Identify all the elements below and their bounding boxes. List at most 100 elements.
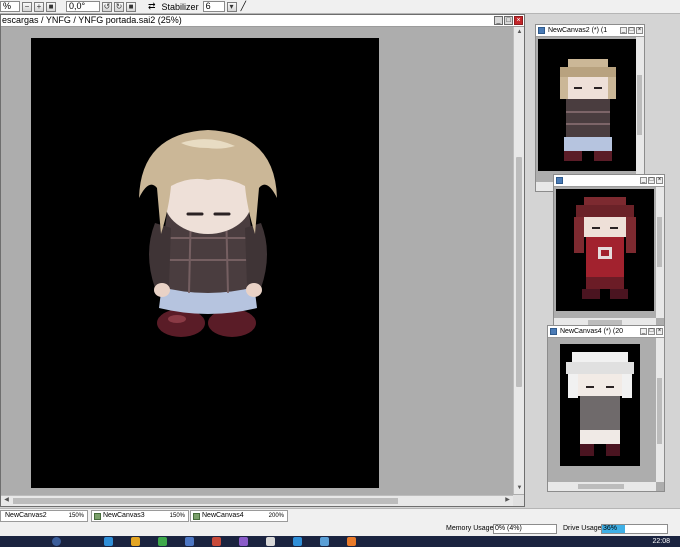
scroll-thumb[interactable] <box>657 217 662 267</box>
right-arm <box>245 223 267 288</box>
canvas-thumbnail-icon <box>94 513 101 520</box>
stabilizer-field[interactable]: 6 <box>202 1 225 12</box>
zoom-reset-button[interactable]: ■ <box>46 1 56 12</box>
left-arm <box>149 223 171 288</box>
mini-window-titlebar[interactable]: NewCanvas4 (*) (20 _ □ × <box>548 326 664 338</box>
top-toolbar: % − + ■ 0,0° ↺ ↻ ■ ⇄ Stabilizer 6 ▾ ╱ <box>0 0 680 14</box>
tab-newcanvas2[interactable]: NewCanvas2 150% <box>0 510 88 522</box>
app-icon[interactable] <box>158 537 167 546</box>
rotate-cw-button[interactable]: ↻ <box>114 1 124 12</box>
boot-highlight <box>168 315 186 323</box>
mini-horizontal-scrollbar[interactable] <box>548 482 656 491</box>
tab-label: NewCanvas3 <box>103 512 145 519</box>
mini-vertical-scrollbar[interactable] <box>656 187 664 318</box>
pixel-blonde-sprite <box>560 59 616 161</box>
canvas-window-newcanvas4: NewCanvas4 (*) (20 _ □ × <box>547 325 665 492</box>
main-window-title: escargas / YNFG / YNFG portada.sai2 (25%… <box>2 15 182 25</box>
zoom-field[interactable]: % <box>0 1 20 12</box>
canvas-viewport[interactable] <box>1 27 513 494</box>
mini-artboard[interactable] <box>538 39 636 171</box>
close-button[interactable]: × <box>636 27 643 34</box>
tab-zoom: 150% <box>169 513 185 519</box>
flip-icon[interactable]: ⇄ <box>146 1 158 12</box>
stabilizer-label: Stabilizer <box>161 1 199 12</box>
mini-window-controls: _ □ × <box>640 328 663 335</box>
drive-usage-value: 36% <box>603 525 618 532</box>
mini-window-titlebar[interactable]: NewCanvas2 (*) (1 _ □ × <box>536 25 644 37</box>
scroll-right-icon[interactable]: ▶ <box>503 496 512 505</box>
main-canvas-window: escargas / YNFG / YNFG portada.sai2 (25%… <box>0 14 525 507</box>
close-button[interactable]: × <box>656 177 663 184</box>
scroll-left-icon[interactable]: ◀ <box>2 496 11 505</box>
minimize-button[interactable]: _ <box>620 27 627 34</box>
close-button[interactable]: × <box>656 328 663 335</box>
minimize-button[interactable]: _ <box>640 177 647 184</box>
mini-window-title: NewCanvas4 (*) (20 <box>560 328 624 335</box>
maximize-button[interactable]: □ <box>648 328 655 335</box>
close-button[interactable]: × <box>514 16 523 25</box>
mini-vertical-scrollbar[interactable] <box>656 338 664 482</box>
artboard[interactable] <box>31 38 379 488</box>
app-icon[interactable] <box>212 537 221 546</box>
main-window-titlebar[interactable]: escargas / YNFG / YNFG portada.sai2 (25%… <box>1 15 524 27</box>
mini-canvas-viewport[interactable] <box>554 187 656 318</box>
minimize-button[interactable]: _ <box>640 328 647 335</box>
mini-artboard[interactable] <box>556 189 654 311</box>
scroll-thumb[interactable] <box>637 75 642 135</box>
tab-label: NewCanvas4 <box>202 512 244 519</box>
scroll-thumb[interactable] <box>657 378 662 444</box>
pixel-whitehair-sprite <box>566 352 634 456</box>
stabilizer-dropdown-icon[interactable]: ▾ <box>226 1 237 12</box>
canvas-window-newcanvas3: _ □ × <box>553 174 665 328</box>
mini-vertical-scrollbar[interactable] <box>636 37 644 182</box>
canvas-tab-bar: NewCanvas2 150% NewCanvas3 150% NewCanva… <box>0 508 680 522</box>
mini-artboard[interactable] <box>560 344 640 466</box>
memory-usage-value: 0% (4%) <box>495 525 522 532</box>
folder-icon[interactable] <box>131 537 140 546</box>
canvas-icon <box>538 27 545 34</box>
rotate-reset-button[interactable]: ■ <box>126 1 136 12</box>
scroll-up-icon[interactable]: ▲ <box>515 28 524 37</box>
scroll-thumb[interactable] <box>516 157 522 387</box>
app-icon[interactable] <box>266 537 275 546</box>
mini-canvas-viewport[interactable] <box>536 37 636 182</box>
app-icon[interactable] <box>185 537 194 546</box>
drive-usage-meter: 36% <box>601 524 668 534</box>
app-icon[interactable] <box>320 537 329 546</box>
app-icon[interactable] <box>347 537 356 546</box>
window-controls: _ □ × <box>494 16 523 25</box>
rotation-field[interactable]: 0,0° <box>66 1 100 12</box>
status-bar: Memory Usage 0% (4%) Drive Usage 36% <box>0 522 680 536</box>
mini-window-controls: _ □ × <box>640 177 663 184</box>
app-icon[interactable] <box>293 537 302 546</box>
right-hand <box>246 283 262 297</box>
os-taskbar: 22:08 <box>0 536 680 547</box>
app-icon[interactable] <box>239 537 248 546</box>
zoom-in-button[interactable]: + <box>34 1 44 12</box>
maximize-button[interactable]: □ <box>648 177 655 184</box>
scroll-thumb[interactable] <box>578 484 624 489</box>
rotate-ccw-button[interactable]: ↺ <box>102 1 112 12</box>
app-icon[interactable] <box>52 537 61 546</box>
canvas-thumbnail-icon <box>193 513 200 520</box>
pen-pressure-icon[interactable]: ╱ <box>239 1 248 12</box>
scroll-down-icon[interactable]: ▼ <box>515 484 524 493</box>
scroll-corner <box>513 495 524 506</box>
chibi-blonde-illustration <box>139 130 277 337</box>
memory-usage-label: Memory Usage <box>446 525 494 532</box>
tab-newcanvas3[interactable]: NewCanvas3 150% <box>91 510 189 522</box>
minimize-button[interactable]: _ <box>494 16 503 25</box>
pixel-redhead-sprite <box>574 197 636 299</box>
browser-icon[interactable] <box>104 537 113 546</box>
mini-canvas-viewport[interactable] <box>548 338 656 482</box>
zoom-out-button[interactable]: − <box>22 1 32 12</box>
tab-newcanvas4[interactable]: NewCanvas4 200% <box>190 510 288 522</box>
maximize-button[interactable]: □ <box>504 16 513 25</box>
mini-window-titlebar[interactable]: _ □ × <box>554 175 664 187</box>
scroll-thumb[interactable] <box>13 498 398 504</box>
maximize-button[interactable]: □ <box>628 27 635 34</box>
main-vertical-scrollbar[interactable]: ▲ ▼ <box>513 27 524 494</box>
main-horizontal-scrollbar[interactable]: ◀ ▶ <box>1 495 513 506</box>
memory-usage-meter: 0% (4%) <box>493 524 557 534</box>
left-hand <box>154 283 170 297</box>
